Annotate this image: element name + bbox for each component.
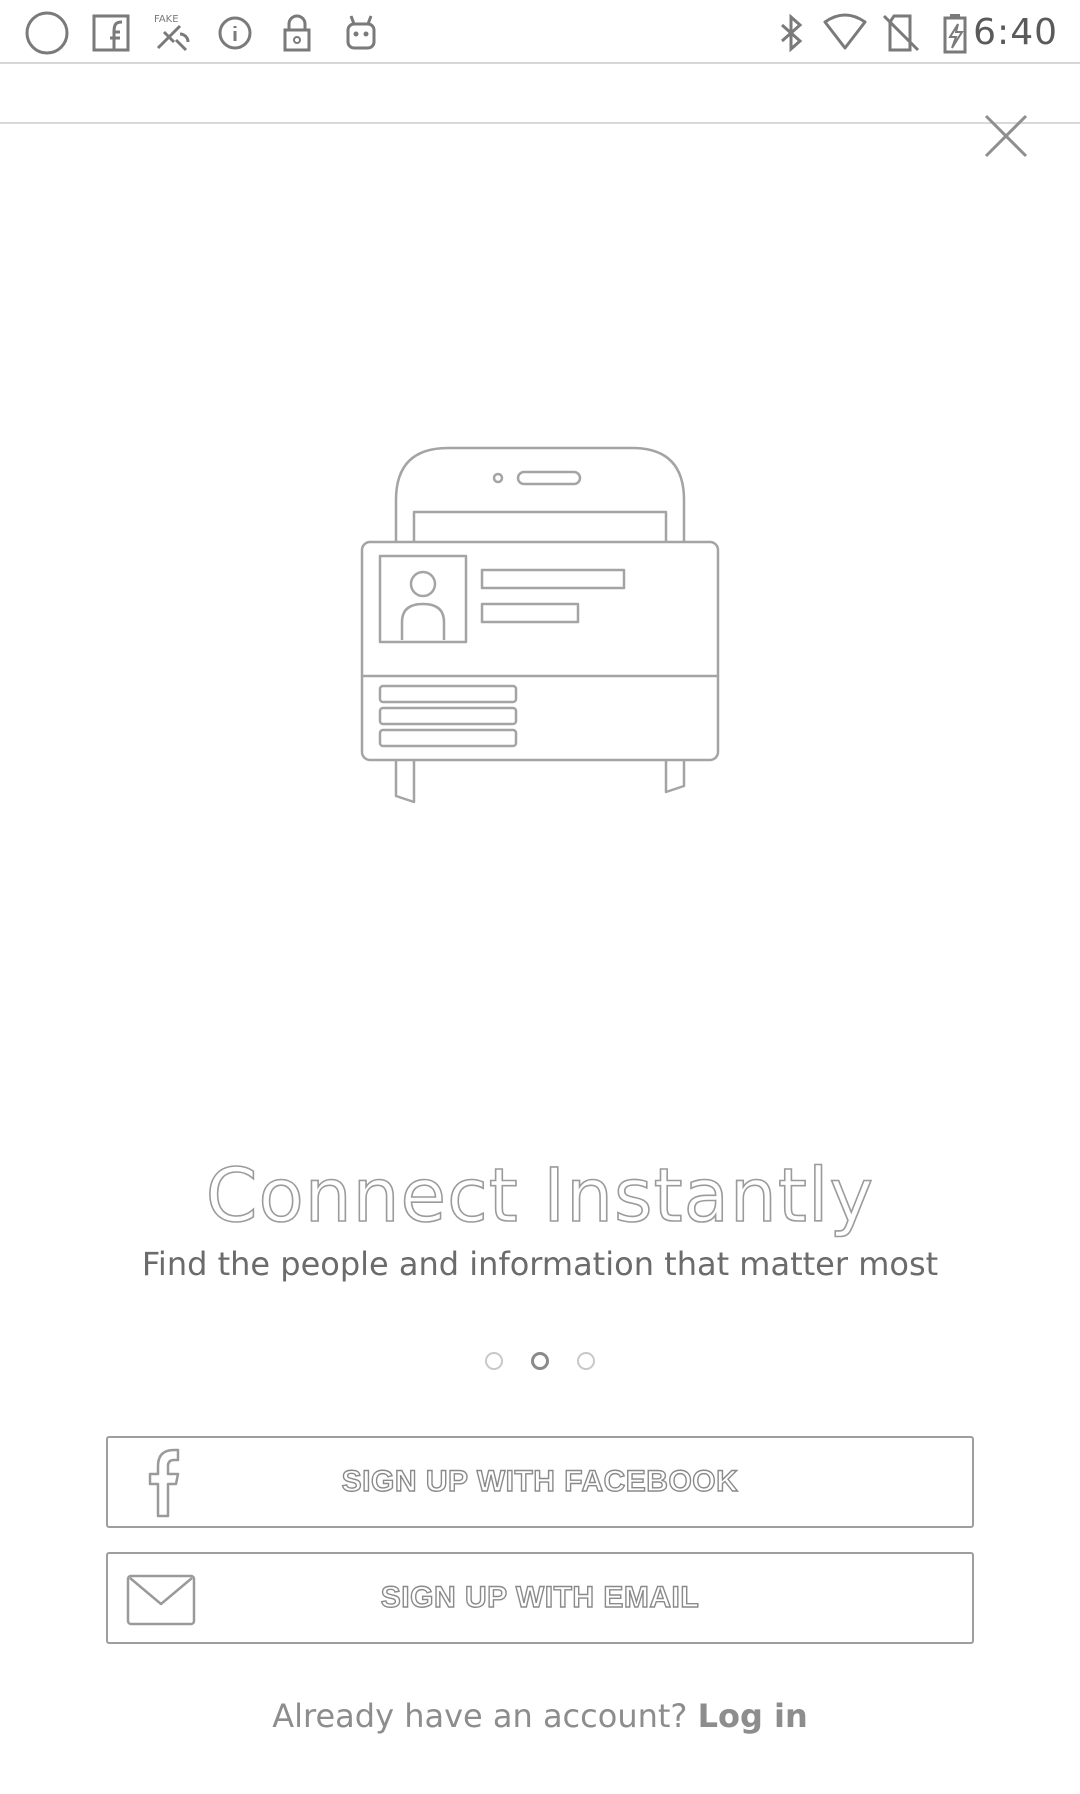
page-dot-1[interactable] xyxy=(485,1352,503,1370)
login-prompt-text: Already have an account? xyxy=(272,1697,688,1735)
onboarding-subtitle: Find the people and information that mat… xyxy=(141,1245,939,1283)
signup-screen: FAKE 6:40 Connect Instantly Find the peo… xyxy=(0,0,1080,1794)
page-dot-2[interactable] xyxy=(531,1352,549,1370)
svg-text:FAKE: FAKE xyxy=(154,14,179,25)
bluetooth-icon xyxy=(768,10,814,56)
close-icon xyxy=(984,114,1028,158)
lock-icon xyxy=(274,10,320,56)
wifi-icon xyxy=(822,10,868,56)
fake-gps-icon: FAKE xyxy=(150,10,196,56)
connect-illustration xyxy=(352,440,728,810)
close-button[interactable] xyxy=(978,108,1034,164)
info-icon xyxy=(212,10,258,56)
signup-facebook-label: SIGN UP WITH FACEBOOK xyxy=(341,1464,739,1498)
signup-email-button[interactable]: SIGN UP WITH EMAIL xyxy=(106,1552,974,1644)
page-dot-3[interactable] xyxy=(577,1352,595,1370)
no-sim-icon xyxy=(878,10,924,56)
status-bar: FAKE 6:40 xyxy=(0,0,1080,64)
facebook-notification-icon xyxy=(88,10,134,56)
circle-icon xyxy=(24,10,70,56)
signup-facebook-button[interactable]: SIGN UP WITH FACEBOOK xyxy=(106,1436,974,1528)
page-indicator xyxy=(0,1352,1080,1376)
login-link[interactable]: Log in xyxy=(698,1697,808,1735)
app-bar-divider xyxy=(0,122,1080,124)
android-icon xyxy=(338,10,384,56)
onboarding-title: Connect Instantly xyxy=(205,1152,875,1240)
battery-charging-icon xyxy=(932,10,978,56)
status-time: 6:40 xyxy=(973,12,1058,53)
login-prompt: Already have an account? Log in xyxy=(0,1694,1080,1738)
signup-email-label: SIGN UP WITH EMAIL xyxy=(380,1580,700,1614)
